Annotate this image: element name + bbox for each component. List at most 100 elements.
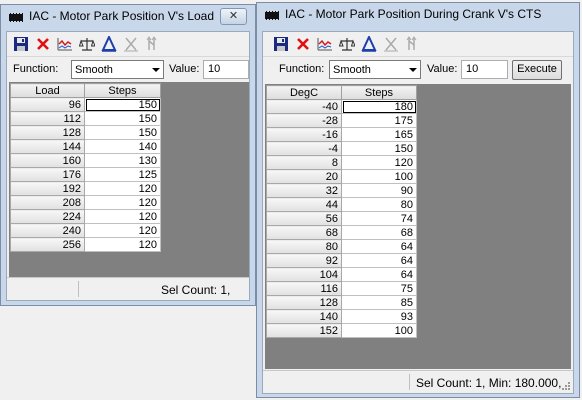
value-cell[interactable]: 75 xyxy=(341,281,417,296)
interpolate-icon[interactable] xyxy=(361,36,379,53)
value-cell[interactable]: 120 xyxy=(84,195,161,210)
value-input[interactable]: 10 xyxy=(461,60,508,79)
value-cell[interactable]: 140 xyxy=(84,139,161,154)
delete-icon[interactable] xyxy=(35,36,53,53)
row-header-cell[interactable]: 192 xyxy=(10,181,85,196)
row-header-cell[interactable]: 224 xyxy=(10,209,85,224)
row-header-cell[interactable]: 20 xyxy=(266,169,342,184)
value-cell[interactable]: 80 xyxy=(341,197,417,212)
status-bar: Sel Count: 1, Min: 180.000, xyxy=(263,370,573,393)
value-cell[interactable]: 150 xyxy=(84,125,161,140)
value-cell[interactable]: 100 xyxy=(341,323,417,338)
function-select[interactable]: Smooth xyxy=(329,60,421,79)
value-cell[interactable]: 120 xyxy=(341,155,417,170)
graph-icon[interactable] xyxy=(317,36,335,53)
row-header-cell[interactable]: 240 xyxy=(10,223,85,238)
table-row: 144 140 xyxy=(10,139,161,154)
function-row: Function: Smooth Value: 10 Execute xyxy=(263,57,573,81)
save-icon[interactable] xyxy=(273,36,291,53)
row-header-cell[interactable]: 116 xyxy=(266,281,342,296)
row-header-cell[interactable]: 208 xyxy=(10,195,85,210)
selected-value-cell[interactable]: 150 xyxy=(84,97,161,112)
column-header-load[interactable]: Load xyxy=(10,83,85,98)
close-icon: ✕ xyxy=(228,10,239,22)
row-header-cell[interactable]: 152 xyxy=(266,323,342,338)
row-header-cell[interactable]: 128 xyxy=(266,295,342,310)
row-header-cell[interactable]: 104 xyxy=(266,267,342,282)
tools-icon[interactable] xyxy=(145,36,163,53)
row-header-cell[interactable]: 92 xyxy=(266,253,342,268)
save-icon[interactable] xyxy=(13,36,31,53)
value-cell[interactable]: 100 xyxy=(341,169,417,184)
value-cell[interactable]: 150 xyxy=(341,141,417,156)
value-cell[interactable]: 64 xyxy=(341,239,417,254)
table-row: 56 74 xyxy=(266,211,417,226)
close-button[interactable]: ✕ xyxy=(220,8,247,25)
table-row: 224 120 xyxy=(10,209,161,224)
table-row: 192 120 xyxy=(10,181,161,196)
row-header-cell[interactable]: -16 xyxy=(266,127,342,142)
scale-icon[interactable] xyxy=(79,36,97,53)
value-cell[interactable]: 120 xyxy=(84,181,161,196)
value-cell[interactable]: 150 xyxy=(84,111,161,126)
value-cell[interactable]: 165 xyxy=(341,127,417,142)
graph-icon[interactable] xyxy=(57,36,75,53)
value-cell[interactable]: 90 xyxy=(341,183,417,198)
value-cell[interactable]: 175 xyxy=(341,113,417,128)
row-header-cell[interactable]: 68 xyxy=(266,225,342,240)
row-header-cell[interactable]: 56 xyxy=(266,211,342,226)
value-cell[interactable]: 74 xyxy=(341,211,417,226)
table-row: 128 150 xyxy=(10,125,161,140)
row-header-cell[interactable]: 112 xyxy=(10,111,85,126)
column-header-steps[interactable]: Steps xyxy=(84,83,161,98)
row-header-cell[interactable]: 44 xyxy=(266,197,342,212)
row-header-cell[interactable]: 140 xyxy=(266,309,342,324)
value-cell[interactable]: 120 xyxy=(84,223,161,238)
title-bar[interactable]: IAC - Motor Park Position V's Load ✕ xyxy=(1,5,255,31)
table-row: 20 100 xyxy=(266,169,417,184)
table-row: 152 100 xyxy=(266,323,417,338)
table-grid-area: DegC Steps -40 180 -28 175 -16 165 -4 150 8 120 20… xyxy=(265,84,571,369)
value-cell[interactable]: 64 xyxy=(341,253,417,268)
function-select[interactable]: Smooth xyxy=(71,60,164,79)
table-row: 8 120 xyxy=(266,155,417,170)
scale-icon[interactable] xyxy=(339,36,357,53)
row-header-cell[interactable]: 8 xyxy=(266,155,342,170)
row-header-cell[interactable]: 256 xyxy=(10,237,85,252)
selected-value-cell[interactable]: 180 xyxy=(341,99,417,114)
row-header-cell[interactable]: 96 xyxy=(10,97,85,112)
clear-icon[interactable] xyxy=(123,36,141,53)
column-header-degc[interactable]: DegC xyxy=(266,85,342,100)
delete-icon[interactable] xyxy=(295,36,313,53)
clear-icon[interactable] xyxy=(383,36,401,53)
function-value: Smooth xyxy=(75,64,113,76)
value-cell[interactable]: 120 xyxy=(84,209,161,224)
value-cell[interactable]: 85 xyxy=(341,295,417,310)
row-header-cell[interactable]: 160 xyxy=(10,153,85,168)
value-cell[interactable]: 130 xyxy=(84,153,161,168)
row-header-cell[interactable]: 176 xyxy=(10,167,85,182)
row-header-cell[interactable]: -4 xyxy=(266,141,342,156)
row-header-cell[interactable]: -28 xyxy=(266,113,342,128)
table-grid-area: Load Steps 96 150 112 150 128 150 144 140 160 130… xyxy=(9,82,249,278)
execute-button[interactable]: Execute xyxy=(512,60,562,80)
status-divider xyxy=(409,374,410,390)
column-header-steps[interactable]: Steps xyxy=(341,85,417,100)
value-cell[interactable]: 93 xyxy=(341,309,417,324)
value-cell[interactable]: 120 xyxy=(84,237,161,252)
value-input[interactable]: 10 xyxy=(203,60,249,79)
row-header-cell[interactable]: 144 xyxy=(10,139,85,154)
title-bar[interactable]: IAC - Motor Park Position During Crank V… xyxy=(257,3,579,29)
tools-icon[interactable] xyxy=(405,36,423,53)
row-header-cell[interactable]: 128 xyxy=(10,125,85,140)
row-header-cell[interactable]: 80 xyxy=(266,239,342,254)
row-header-cell[interactable]: -40 xyxy=(266,99,342,114)
interpolate-icon[interactable] xyxy=(101,36,119,53)
table-row: -40 180 xyxy=(266,99,417,114)
value-cell[interactable]: 125 xyxy=(84,167,161,182)
resize-grip-icon[interactable] xyxy=(561,381,571,391)
row-header-cell[interactable]: 32 xyxy=(266,183,342,198)
window-load: IAC - Motor Park Position V's Load ✕ Fun… xyxy=(0,4,256,306)
value-cell[interactable]: 64 xyxy=(341,267,417,282)
value-cell[interactable]: 68 xyxy=(341,225,417,240)
